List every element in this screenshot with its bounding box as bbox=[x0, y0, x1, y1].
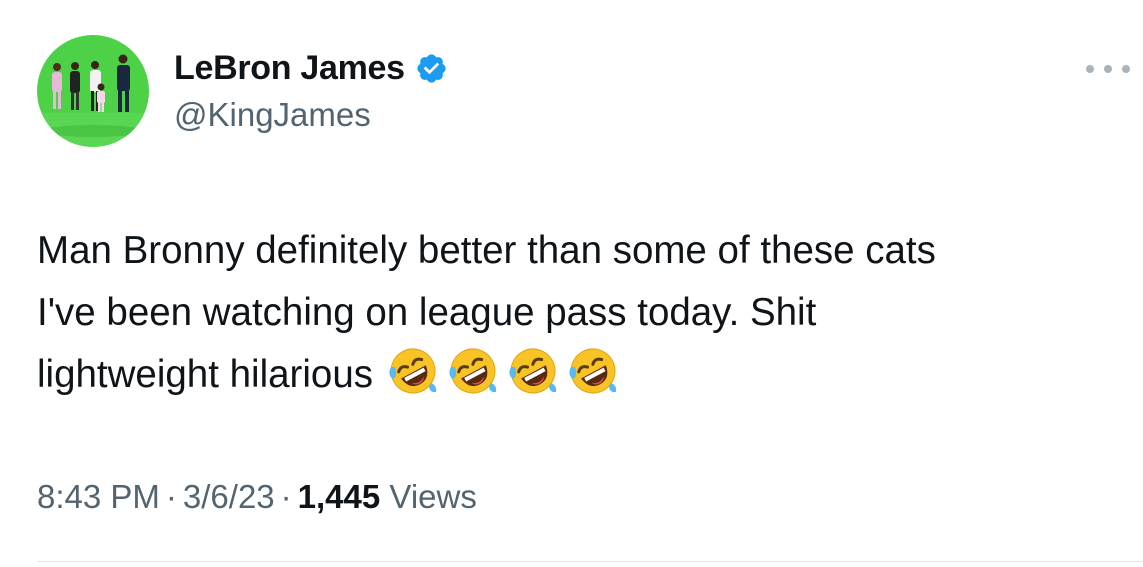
tweet-text-line: I've been watching on league pass today.… bbox=[37, 291, 817, 334]
meta-separator: · bbox=[165, 478, 177, 515]
more-dot bbox=[1122, 65, 1130, 73]
views-count[interactable]: 1,445 bbox=[298, 478, 381, 515]
avatar[interactable] bbox=[37, 35, 149, 147]
more-options-icon[interactable] bbox=[1086, 62, 1130, 76]
rolling-on-the-floor-laughing-emoji bbox=[509, 348, 557, 394]
meta-separator: · bbox=[280, 478, 292, 515]
tweet-time[interactable]: 8:43 PM bbox=[37, 478, 160, 515]
tweet-text-line: Man Bronny definitely better than some o… bbox=[37, 229, 936, 272]
profile-photo bbox=[37, 35, 149, 147]
rolling-on-the-floor-laughing-emoji bbox=[389, 348, 437, 394]
divider bbox=[37, 561, 1143, 562]
views-label[interactable]: Views bbox=[389, 478, 476, 515]
author-handle[interactable]: @KingJames bbox=[174, 96, 371, 134]
rolling-on-the-floor-laughing-emoji bbox=[449, 348, 497, 394]
more-dot bbox=[1086, 65, 1094, 73]
tweet-text-line: lightweight hilarious bbox=[37, 344, 1127, 406]
tweet-text-segment: lightweight hilarious bbox=[37, 353, 373, 396]
author-name-row: LeBron James bbox=[174, 48, 448, 88]
tweet-card: LeBron James @KingJames Man Bronny defin… bbox=[0, 0, 1143, 567]
tweet-date[interactable]: 3/6/23 bbox=[183, 478, 275, 515]
author-display-name[interactable]: LeBron James bbox=[174, 49, 405, 88]
tweet-text: Man Bronny definitely better than some o… bbox=[37, 220, 1127, 406]
more-dot bbox=[1104, 65, 1112, 73]
tweet-meta: 8:43 PM · 3/6/23 · 1,445 Views bbox=[37, 478, 477, 516]
emoji-row bbox=[387, 345, 619, 397]
verified-badge-icon bbox=[417, 53, 446, 83]
rolling-on-the-floor-laughing-emoji bbox=[569, 348, 617, 394]
